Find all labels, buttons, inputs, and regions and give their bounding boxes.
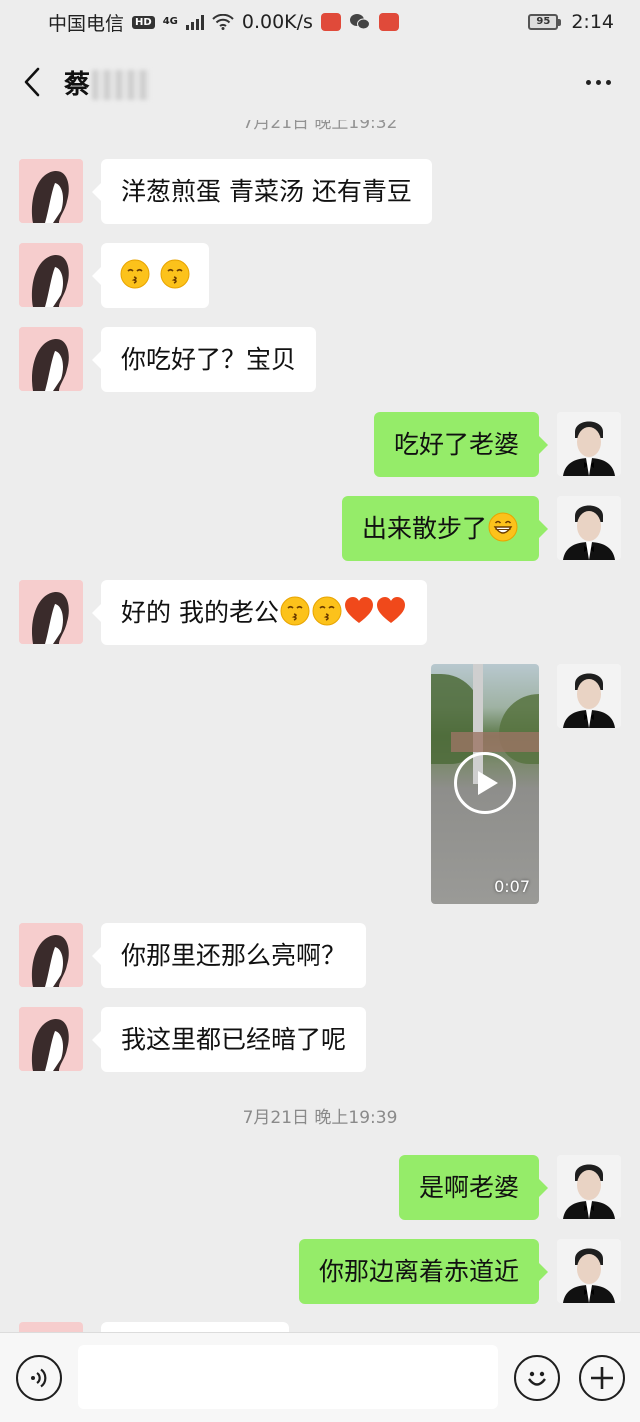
sent-bubble[interactable]: 是啊老婆 xyxy=(398,1155,549,1220)
user-avatar[interactable] xyxy=(557,412,621,476)
contact-avatar[interactable] xyxy=(19,580,83,644)
hd-badge: HD xyxy=(132,15,155,29)
message-row: 出来散步了 xyxy=(0,496,640,562)
message-list[interactable]: 7月21日 晚上19:32 洋葱煎蛋 青菜汤 还有青豆 你吃好了？宝贝 吃好了老… xyxy=(0,120,640,1332)
message-row: 你吃好了？宝贝 xyxy=(0,327,640,393)
message-text: 你吃好了？宝贝 xyxy=(121,345,297,374)
message-row xyxy=(0,243,640,309)
user-avatar[interactable] xyxy=(557,1155,621,1219)
more-button[interactable] xyxy=(556,44,640,120)
message-text: 你那里还那么亮啊？ xyxy=(121,941,347,970)
kiss-emoji-icon xyxy=(120,259,150,289)
voice-icon xyxy=(31,1368,47,1388)
carrier-label: 中国电信 xyxy=(48,12,125,35)
play-icon[interactable] xyxy=(454,752,516,814)
message-text: 洋葱煎蛋 青菜汤 还有青豆 xyxy=(121,177,412,206)
contact-avatar[interactable] xyxy=(19,923,83,987)
contact-avatar[interactable] xyxy=(19,159,83,223)
chevron-left-icon xyxy=(24,67,40,97)
input-bar xyxy=(0,1332,640,1422)
contact-name-text: 蔡 xyxy=(64,69,91,100)
message-text: 好的 我的老公 xyxy=(121,598,279,627)
user-avatar[interactable] xyxy=(557,664,621,728)
more-dots-icon xyxy=(585,79,591,85)
plus-button[interactable] xyxy=(579,1355,625,1401)
status-right: 95 2:14 xyxy=(528,11,614,33)
wifi-icon xyxy=(212,14,234,30)
message-row: 洋葱煎蛋 青菜汤 还有青豆 xyxy=(0,159,640,225)
back-button[interactable] xyxy=(0,44,64,120)
name-redaction xyxy=(92,70,151,100)
battery-icon: 95 xyxy=(528,14,562,30)
network-type: 4G xyxy=(162,16,178,27)
received-bubble[interactable]: 好的 我的老公 xyxy=(92,580,427,645)
chat-header: 蔡 xyxy=(0,44,640,120)
message-row: 吃好了老婆 xyxy=(0,412,640,478)
timestamp-middle: 7月21日 晚上19:39 xyxy=(242,1108,398,1128)
battery-level: 95 xyxy=(528,14,559,30)
received-bubble[interactable] xyxy=(92,243,209,308)
timestamp-top: 7月21日 晚上19:32 xyxy=(242,120,398,133)
heart-emoji-icon xyxy=(344,597,373,623)
received-bubble[interactable]: 你那里还那么亮啊？ xyxy=(91,923,367,988)
video-duration: 0:07 xyxy=(494,877,530,896)
message-row: 好的 我的老公 xyxy=(0,580,640,646)
message-input[interactable] xyxy=(78,1345,498,1409)
app-notification-icon xyxy=(320,13,341,31)
wechat-notification-icon xyxy=(349,13,371,31)
message-row: 你那边离着赤道近 xyxy=(0,1239,640,1305)
contact-avatar-partial xyxy=(19,1322,83,1332)
plus-icon xyxy=(591,1367,613,1389)
sent-bubble[interactable]: 你那边离着赤道近 xyxy=(298,1239,549,1304)
emoji-icon xyxy=(528,1371,546,1386)
user-avatar[interactable] xyxy=(557,1239,621,1303)
sent-bubble[interactable]: 出来散步了 xyxy=(341,496,549,561)
message-row: 0:07 xyxy=(0,664,640,906)
message-text: 你那边离着赤道近 xyxy=(318,1257,519,1286)
received-bubble[interactable]: 你吃好了？宝贝 xyxy=(91,327,317,392)
app-notification-icon-2 xyxy=(378,13,399,31)
video-message[interactable]: 0:07 xyxy=(431,664,539,904)
received-bubble[interactable]: 我这里都已经暗了呢 xyxy=(91,1007,367,1072)
sent-bubble[interactable]: 吃好了老婆 xyxy=(373,412,549,477)
message-text: 吃好了老婆 xyxy=(393,430,519,459)
message-text: 是啊老婆 xyxy=(418,1173,519,1202)
message-text: 我这里都已经暗了呢 xyxy=(121,1025,347,1054)
message-row: 你那里还那么亮啊？ xyxy=(0,923,640,989)
net-speed: 0.00K/s xyxy=(241,11,313,33)
heart-emoji-icon xyxy=(376,597,405,623)
status-bar: 中国电信 HD 4G 0.00K/s 95 2:14 xyxy=(0,0,640,44)
received-bubble-partial xyxy=(101,1322,289,1332)
received-bubble[interactable]: 洋葱煎蛋 青菜汤 还有青豆 xyxy=(92,159,432,224)
signal-icon xyxy=(185,14,204,30)
contact-avatar[interactable] xyxy=(19,1007,83,1071)
kiss-emoji-icon xyxy=(312,596,342,626)
clock: 2:14 xyxy=(571,11,614,33)
grin-emoji-icon xyxy=(488,512,518,542)
kiss-emoji-icon xyxy=(160,259,190,289)
voice-button[interactable] xyxy=(16,1355,62,1401)
user-avatar[interactable] xyxy=(557,496,621,560)
contact-name[interactable]: 蔡 xyxy=(64,64,151,101)
contact-avatar[interactable] xyxy=(19,243,83,307)
contact-avatar[interactable] xyxy=(19,327,83,391)
emoji-button[interactable] xyxy=(514,1355,560,1401)
kiss-emoji-icon xyxy=(280,596,310,626)
status-left: 中国电信 HD 4G 0.00K/s xyxy=(48,9,399,36)
message-row: 我这里都已经暗了呢 xyxy=(0,1007,640,1073)
message-text: 出来散步了 xyxy=(361,514,487,543)
message-row: 是啊老婆 xyxy=(0,1155,640,1221)
